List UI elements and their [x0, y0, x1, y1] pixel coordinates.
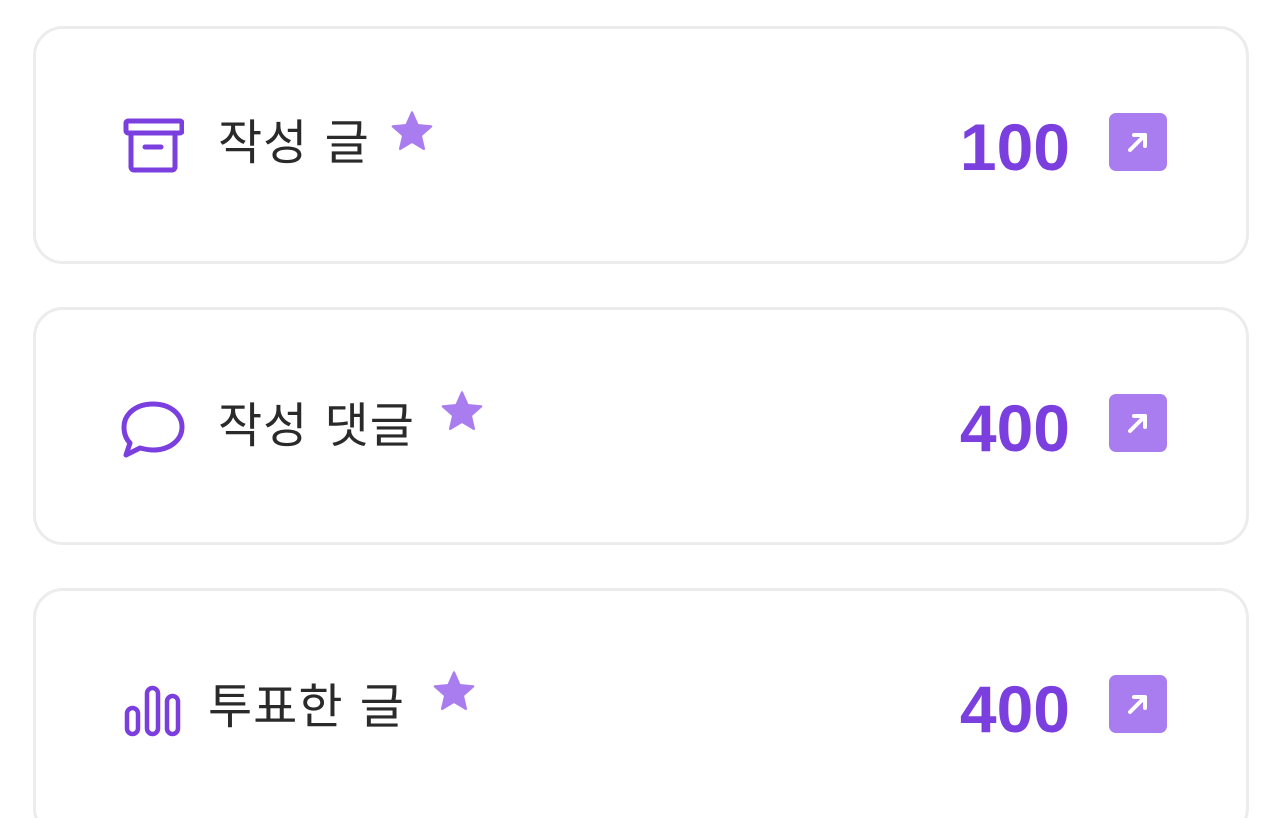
bar-chart-icon [120, 677, 186, 743]
open-posts-button[interactable] [1109, 113, 1167, 171]
stat-value: 400 [959, 391, 1070, 465]
star-icon [439, 389, 485, 435]
stat-label: 작성 글 [218, 115, 370, 171]
archive-box-icon [120, 113, 186, 179]
stats-list: 작성 글 100 작성 댓글 400 투표한 글 400 [0, 0, 1278, 818]
arrow-up-right-icon [1128, 414, 1147, 433]
star-icon [431, 669, 477, 715]
stat-value: 100 [959, 110, 1070, 184]
arrow-up-right-icon [1128, 695, 1147, 714]
stat-card-comments[interactable]: 작성 댓글 400 [33, 307, 1249, 545]
stat-value: 400 [959, 672, 1070, 746]
open-comments-button[interactable] [1109, 394, 1167, 452]
chat-bubble-icon [120, 396, 186, 462]
arrow-up-right-icon [1128, 133, 1147, 152]
stat-label: 투표한 글 [208, 679, 405, 735]
stat-card-posts[interactable]: 작성 글 100 [33, 26, 1249, 264]
stat-card-voted[interactable]: 투표한 글 400 [33, 588, 1249, 818]
open-voted-button[interactable] [1109, 675, 1167, 733]
stat-label: 작성 댓글 [218, 398, 415, 454]
star-icon [389, 109, 435, 155]
